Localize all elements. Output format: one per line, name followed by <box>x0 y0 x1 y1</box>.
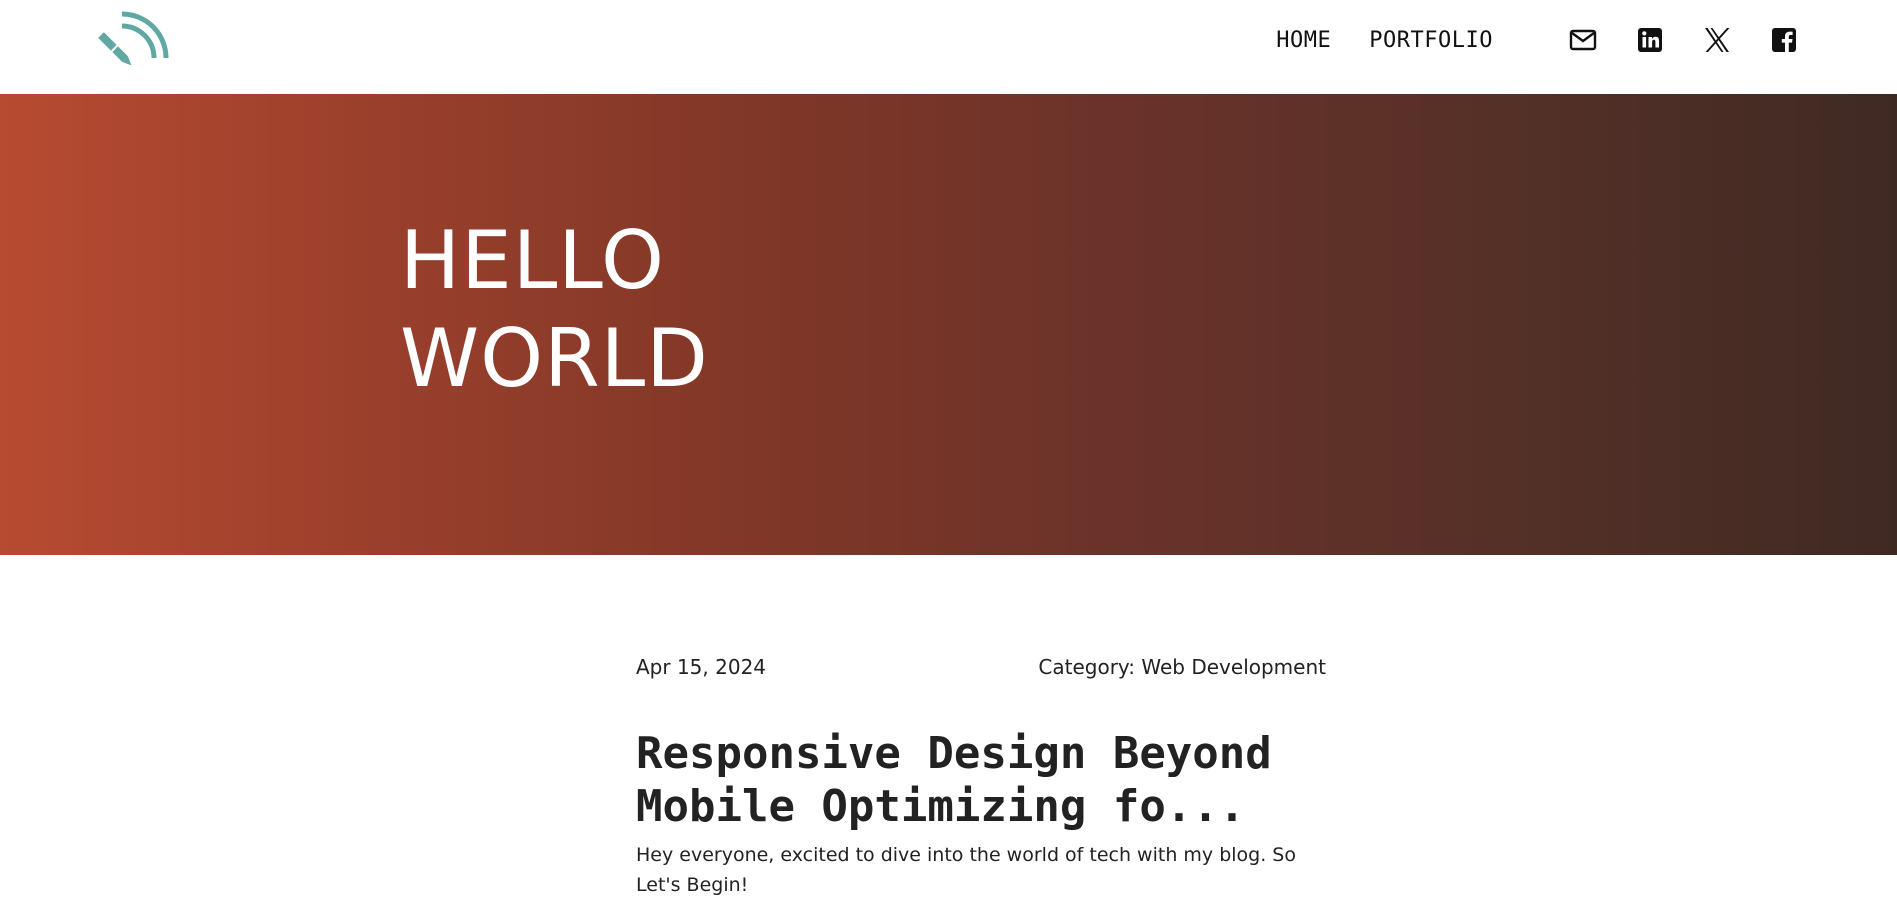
hero-title-line-1: HELLO <box>400 214 665 307</box>
logo[interactable] <box>98 6 176 82</box>
post-meta: Apr 15, 2024 Category: Web Development <box>636 650 1326 690</box>
pen-signal-icon <box>98 11 169 66</box>
hero-title: HELLO WORLD <box>400 212 709 408</box>
hero-title-line-2: WORLD <box>400 312 709 405</box>
nav-portfolio-link[interactable]: PORTFOLIO <box>1369 28 1493 53</box>
mail-link[interactable] <box>1568 25 1598 55</box>
mail-icon <box>1569 29 1597 51</box>
linkedin-link[interactable] <box>1635 25 1665 55</box>
post-date: Apr 15, 2024 <box>636 655 767 679</box>
x-icon <box>1705 28 1730 52</box>
site-header: HOME PORTFOLIO <box>0 0 1897 94</box>
hero-banner: HELLO WORLD <box>0 94 1897 555</box>
linkedin-icon <box>1638 28 1662 52</box>
main-nav: HOME PORTFOLIO <box>1276 0 1799 80</box>
post-title-link[interactable]: Responsive Design Beyond Mobile Optimizi… <box>636 727 1356 833</box>
blog-post-card: Apr 15, 2024 Category: Web Development R… <box>636 650 1326 896</box>
facebook-icon <box>1772 28 1796 52</box>
nav-home-link[interactable]: HOME <box>1276 28 1331 53</box>
post-category: Category: Web Development <box>1038 655 1326 679</box>
post-excerpt: Hey everyone, excited to dive into the w… <box>636 844 1296 896</box>
facebook-link[interactable] <box>1769 25 1799 55</box>
x-link[interactable] <box>1702 25 1732 55</box>
